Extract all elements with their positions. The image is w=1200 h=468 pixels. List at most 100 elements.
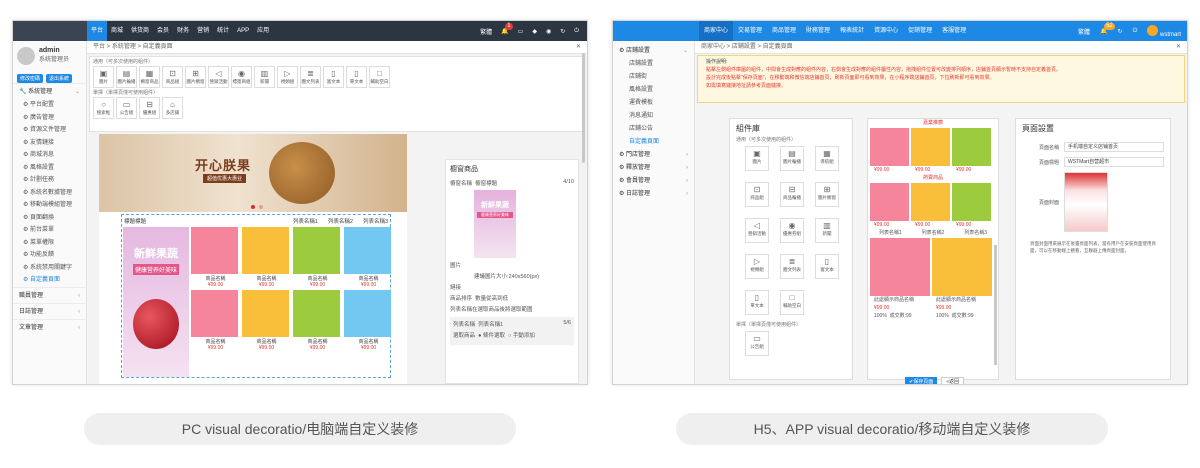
h5-nav-item[interactable]: 資源中心 [869, 21, 903, 41]
h5-nav-item[interactable]: 客服管理 [937, 21, 971, 41]
sidebar-item[interactable]: ⚙ 友情鏈接 [13, 137, 86, 150]
window-name-input[interactable]: 櫥窗標題 [475, 179, 497, 187]
sidebar-item[interactable]: 風格設置 [613, 84, 694, 97]
product-card[interactable]: ¥99.00 [952, 183, 991, 229]
h5-nav-item[interactable]: 商品管理 [767, 21, 801, 41]
monitor-icon[interactable]: ▭ [518, 28, 524, 35]
sidebar-item[interactable]: ⚙ 資源文件管理 [13, 124, 86, 137]
component-item[interactable]: ▥ 新聞 [815, 218, 839, 243]
logout-button[interactable]: 退出系統 [46, 74, 73, 83]
component-item[interactable]: ▦ 導航組 [815, 146, 839, 171]
pc-nav-item[interactable]: 统计 [213, 21, 233, 41]
sidebar-item[interactable]: ⚙ 計劃任務 [13, 174, 86, 187]
power-icon[interactable]: ⏻ [1133, 28, 1138, 35]
product-card[interactable]: 商品名稱 ¥99.00 [242, 290, 291, 351]
product-card[interactable]: 商品名稱 ¥99.00 [344, 227, 393, 288]
widget-item[interactable]: ▤ 圖片輪播 [116, 66, 137, 88]
widget-item[interactable]: ◁ 營銷活動 [208, 66, 229, 88]
sidebar-item[interactable]: ⚙ 功能反饋 [13, 249, 86, 262]
component-item[interactable]: ◁ 營銷活動 [745, 218, 769, 243]
component-item[interactable]: ⊞ 圖片櫥窗 [815, 182, 839, 207]
pc-nav-item[interactable]: 营销 [193, 21, 213, 41]
power-icon[interactable]: ⏻ [574, 28, 579, 35]
sidebar-item[interactable]: ⚙ 頁面翻換 [13, 212, 86, 225]
sidebar-group[interactable]: ⚙ 日誌管理 › [613, 188, 694, 201]
user-menu[interactable]: wstmart [1147, 24, 1181, 38]
sidebar-group[interactable]: ⚙ 會員管理 › [613, 175, 694, 188]
sidebar-item[interactable]: 運費模板 [613, 97, 694, 110]
widget-item[interactable]: ▦ 櫥窗商品 [139, 66, 160, 88]
sidebar-item-custom-page[interactable]: ⚙ 自定義頁面 [13, 274, 86, 287]
sidebar-item-custom-page[interactable]: 自定義頁面 [613, 136, 694, 149]
product-card[interactable]: 商品名稱 ¥99.00 [242, 227, 291, 288]
product-image[interactable] [932, 238, 992, 296]
sidebar-group-store[interactable]: ⚙ 店鋪設置 ⌄ [613, 45, 694, 58]
sidebar-item[interactable]: 店鋪街 [613, 71, 694, 84]
widget-item[interactable]: ⊡ 商品組 [162, 66, 183, 88]
product-image[interactable] [870, 238, 930, 296]
component-item[interactable]: ⊟ 商品輪播 [780, 182, 804, 207]
h5-lang-switch[interactable]: 繁體 [1078, 27, 1090, 36]
pc-lang-switch[interactable]: 繁體 [480, 27, 492, 36]
sidebar-group[interactable]: 文章管理 ‹ [13, 318, 86, 335]
product-card[interactable]: 商品名稱 ¥99.00 [344, 290, 393, 351]
pc-nav-item[interactable]: 平台 [87, 21, 108, 41]
sidebar-item[interactable]: ⚙ 風格設置 [13, 162, 86, 175]
pc-nav-item[interactable]: 商城 [107, 21, 127, 41]
product-card[interactable]: 商品名稱 ¥99.00 [293, 290, 342, 351]
component-item[interactable]: ▣ 圖片 [745, 146, 769, 171]
widget-item[interactable]: ◉ 標簽商組 [231, 66, 252, 88]
pc-nav-item[interactable]: APP [233, 21, 253, 41]
save-page-button[interactable]: ✔保存頁面 [905, 377, 938, 384]
list-tab[interactable]: 列表名稱3 [363, 217, 388, 225]
list-tab[interactable]: 列表名稱1 [879, 229, 902, 238]
widget-item[interactable]: ○ 搜索框 [93, 97, 114, 119]
product-card[interactable]: 商品名稱 ¥99.00 [293, 227, 342, 288]
widget-item[interactable]: ▯ 單文本 [346, 66, 367, 88]
back-button[interactable]: «返回 [941, 377, 965, 384]
sidebar-group[interactable]: 日誌管理 ‹ [13, 302, 86, 319]
widget-item[interactable]: ▯ 富文本 [323, 66, 344, 88]
sidebar-item[interactable]: ⚙ 系統名數據管理 [13, 187, 86, 200]
product-card[interactable]: ¥99.00 [952, 128, 991, 174]
sidebar-item[interactable]: 店鋪公告 [613, 123, 694, 136]
bell-icon[interactable]: 🔔 1 [501, 22, 513, 35]
component-item[interactable]: ⊡ 商品組 [745, 182, 769, 207]
page-title-input[interactable]: WSTMart自营超市 [1064, 157, 1164, 167]
pc-nav-item[interactable]: 供货商 [127, 21, 153, 41]
sidebar-item[interactable]: ⚙ 商城消息 [13, 149, 86, 162]
page-cover-image[interactable] [1064, 172, 1108, 232]
h5-nav-item[interactable]: 財務管理 [801, 21, 835, 41]
product-card[interactable]: ¥99.00 [911, 183, 950, 229]
component-item[interactable]: □ 輔助空白 [780, 290, 804, 315]
bell-icon[interactable]: 🔔 52 [1100, 22, 1115, 35]
scrollbar[interactable] [994, 245, 997, 365]
list-tab[interactable]: 列表名稱2 [922, 229, 945, 238]
component-item[interactable]: ▷ 視頻組 [745, 254, 769, 279]
widget-item[interactable]: ≣ 圖文列表 [300, 66, 321, 88]
h5-nav-item[interactable]: 促銷管理 [903, 21, 937, 41]
component-item[interactable]: ▭ 公告組 [745, 331, 769, 356]
product-card[interactable]: 商品名稱 ¥99.00 [191, 290, 240, 351]
widget-item[interactable]: ▷ 視頻組 [277, 66, 298, 88]
refresh-icon[interactable]: ↻ [1118, 28, 1123, 35]
sidebar-item[interactable]: 店鋪設置 [613, 58, 694, 71]
close-icon[interactable]: ✕ [576, 41, 581, 54]
sort-select[interactable]: 數量從高到低 [475, 294, 508, 302]
close-icon[interactable]: ✕ [1176, 41, 1181, 54]
component-item[interactable]: ▯ 單文本 [745, 290, 769, 315]
sidebar-group[interactable]: ⚙ 門店管理 › [613, 149, 694, 162]
h5-nav-item[interactable]: 交易管理 [733, 21, 767, 41]
widget-item[interactable]: ▣ 圖片 [93, 66, 114, 88]
sidebar-group-system[interactable]: 🔧 系統管理 ⌄ [13, 83, 86, 99]
sidebar-item[interactable]: ⚙ 系統禁用關鍵字 [13, 262, 86, 275]
widget-item[interactable]: ⊞ 圖片櫥窗 [185, 66, 206, 88]
h5-nav-item[interactable]: 商家中心 [699, 21, 734, 41]
list-tab[interactable]: 列表名稱3 [964, 229, 987, 238]
component-item[interactable]: ◉ 優惠券組 [780, 218, 804, 243]
radio-condition[interactable]: ● 條件選取 [478, 331, 505, 339]
window-picture[interactable]: 新鲜果蔬 健康营养好美味 [474, 190, 516, 258]
component-item[interactable]: ▤ 圖片輪播 [780, 146, 804, 171]
sidebar-group[interactable]: 職員管理 ‹ [13, 286, 86, 303]
radio-manual[interactable]: ○ 手動添加 [508, 331, 535, 339]
